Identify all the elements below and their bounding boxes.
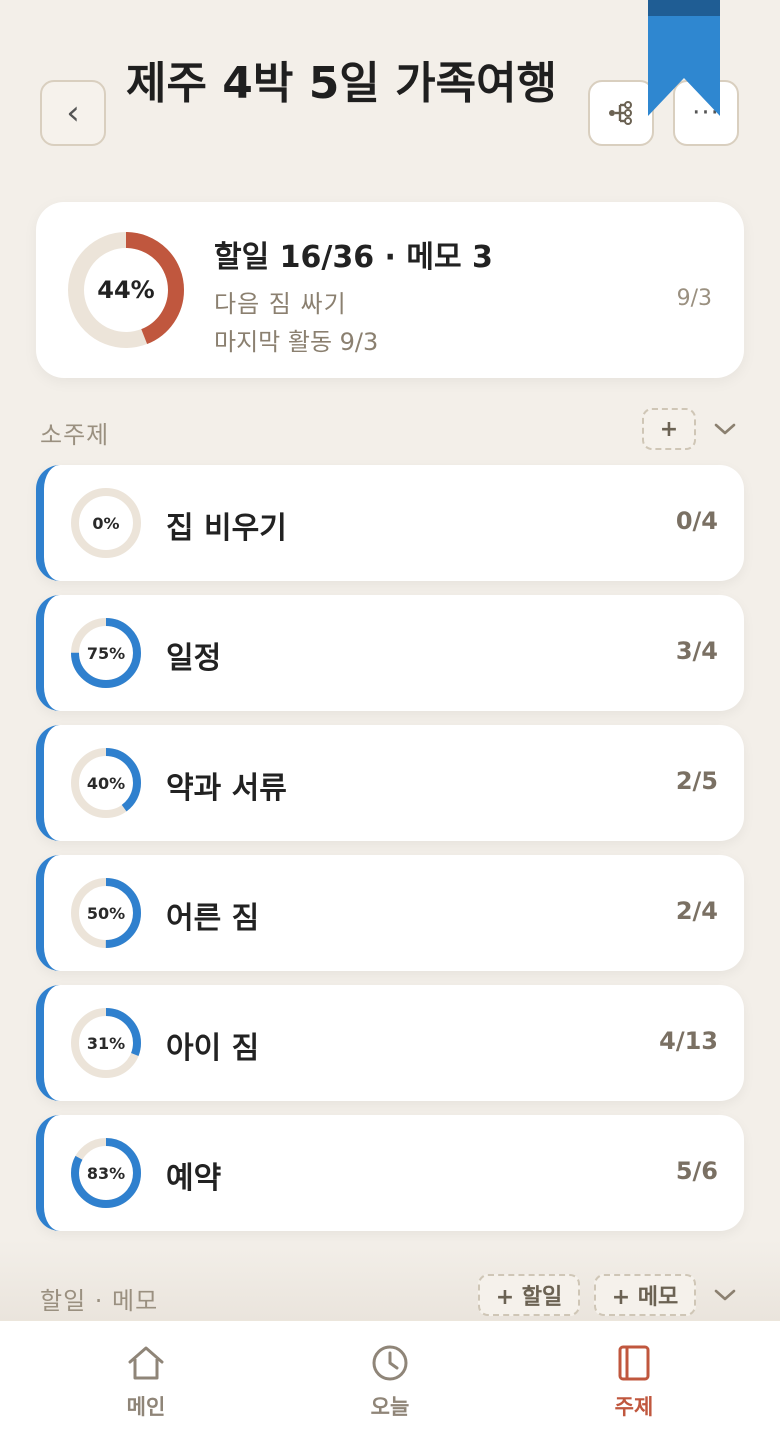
subtopic-progress-ring: 75% <box>70 617 142 689</box>
progress-summary-card[interactable]: 44% 할일 16/36 · 메모 3 다음 짐 싸기 9/3 마지막 활동 9… <box>36 202 744 378</box>
next-task: 다음 짐 싸기 <box>214 290 347 318</box>
overall-progress-percent: 44% <box>97 276 155 304</box>
subtopic-name: 집 비우기 <box>166 511 287 546</box>
book-icon <box>618 1345 650 1381</box>
subtopic-card[interactable]: 83% 예약 5/6 <box>36 1115 744 1231</box>
subtopic-count: 3/4 <box>675 637 718 665</box>
nav-label: 주제 <box>614 1395 654 1419</box>
subtopic-name: 어른 짐 <box>166 901 260 936</box>
subtopic-progress-ring: 31% <box>70 1007 142 1079</box>
back-button[interactable]: ‹ <box>40 80 106 146</box>
subtopic-card[interactable]: 50% 어른 짐 2/4 <box>36 855 744 971</box>
subtopic-count: 5/6 <box>675 1157 718 1185</box>
nav-item-main[interactable]: 메인 <box>86 1343 206 1433</box>
home-icon <box>128 1346 164 1380</box>
subtopic-name: 일정 <box>166 641 222 676</box>
subtopic-percent: 40% <box>86 773 126 793</box>
subtopic-name: 약과 서류 <box>166 771 287 806</box>
add-subtopic-button[interactable]: + <box>642 408 696 450</box>
subtopic-count: 2/5 <box>675 767 718 795</box>
next-task-date: 9/3 <box>676 286 712 311</box>
bookmark-icon[interactable] <box>648 0 720 116</box>
subtopic-name: 아이 짐 <box>166 1031 260 1066</box>
back-chevron-icon: ‹ <box>66 93 80 133</box>
last-activity: 마지막 활동 9/3 <box>214 328 379 356</box>
nav-label: 오늘 <box>370 1395 410 1419</box>
add-memo-button[interactable]: + 메모 <box>594 1274 696 1316</box>
nav-item-today[interactable]: 오늘 <box>330 1343 450 1433</box>
subtopics-section-label: 소주제 <box>40 421 110 449</box>
subtopic-card[interactable]: 40% 약과 서류 2/5 <box>36 725 744 841</box>
header: ‹ 제주 4박 5일 가족여행 ··· <box>0 0 780 190</box>
tree-icon <box>609 101 632 125</box>
add-task-button[interactable]: + 할일 <box>478 1274 580 1316</box>
subtopic-card[interactable]: 0% 집 비우기 0/4 <box>36 465 744 581</box>
subtopic-percent: 31% <box>86 1033 126 1053</box>
subtopic-progress-ring: 40% <box>70 747 142 819</box>
subtopic-count: 2/4 <box>675 897 718 925</box>
chevron-down-icon <box>714 423 736 435</box>
subtopic-percent: 0% <box>92 513 120 533</box>
subtopic-percent: 83% <box>86 1163 126 1183</box>
subtopic-percent: 75% <box>86 643 126 663</box>
subtopic-count: 4/13 <box>659 1027 718 1055</box>
subtopic-count: 0/4 <box>675 507 718 535</box>
task-memo-stats: 할일 16/36 · 메모 3 <box>214 240 493 275</box>
subtopic-name: 예약 <box>166 1161 222 1196</box>
overall-progress-ring: 44% <box>68 232 184 348</box>
clock-icon <box>372 1345 408 1381</box>
subtopic-percent: 50% <box>86 903 126 923</box>
chevron-down-icon <box>714 1289 736 1301</box>
nav-label: 메인 <box>126 1395 166 1419</box>
bottom-navigation: 메인 오늘 주제 <box>0 1320 780 1444</box>
collapse-subtopics-button[interactable] <box>711 415 739 443</box>
subtopic-progress-ring: 0% <box>70 487 142 559</box>
nav-item-topics[interactable]: 주제 <box>574 1343 694 1433</box>
subtopic-progress-ring: 83% <box>70 1137 142 1209</box>
subtopic-card[interactable]: 75% 일정 3/4 <box>36 595 744 711</box>
tasks-memos-section-label: 할일 · 메모 <box>40 1287 159 1315</box>
collapse-tasks-button[interactable] <box>711 1281 739 1309</box>
page-title: 제주 4박 5일 가족여행 <box>126 58 558 109</box>
subtopic-progress-ring: 50% <box>70 877 142 949</box>
tree-view-button[interactable] <box>588 80 654 146</box>
subtopic-card[interactable]: 31% 아이 짐 4/13 <box>36 985 744 1101</box>
